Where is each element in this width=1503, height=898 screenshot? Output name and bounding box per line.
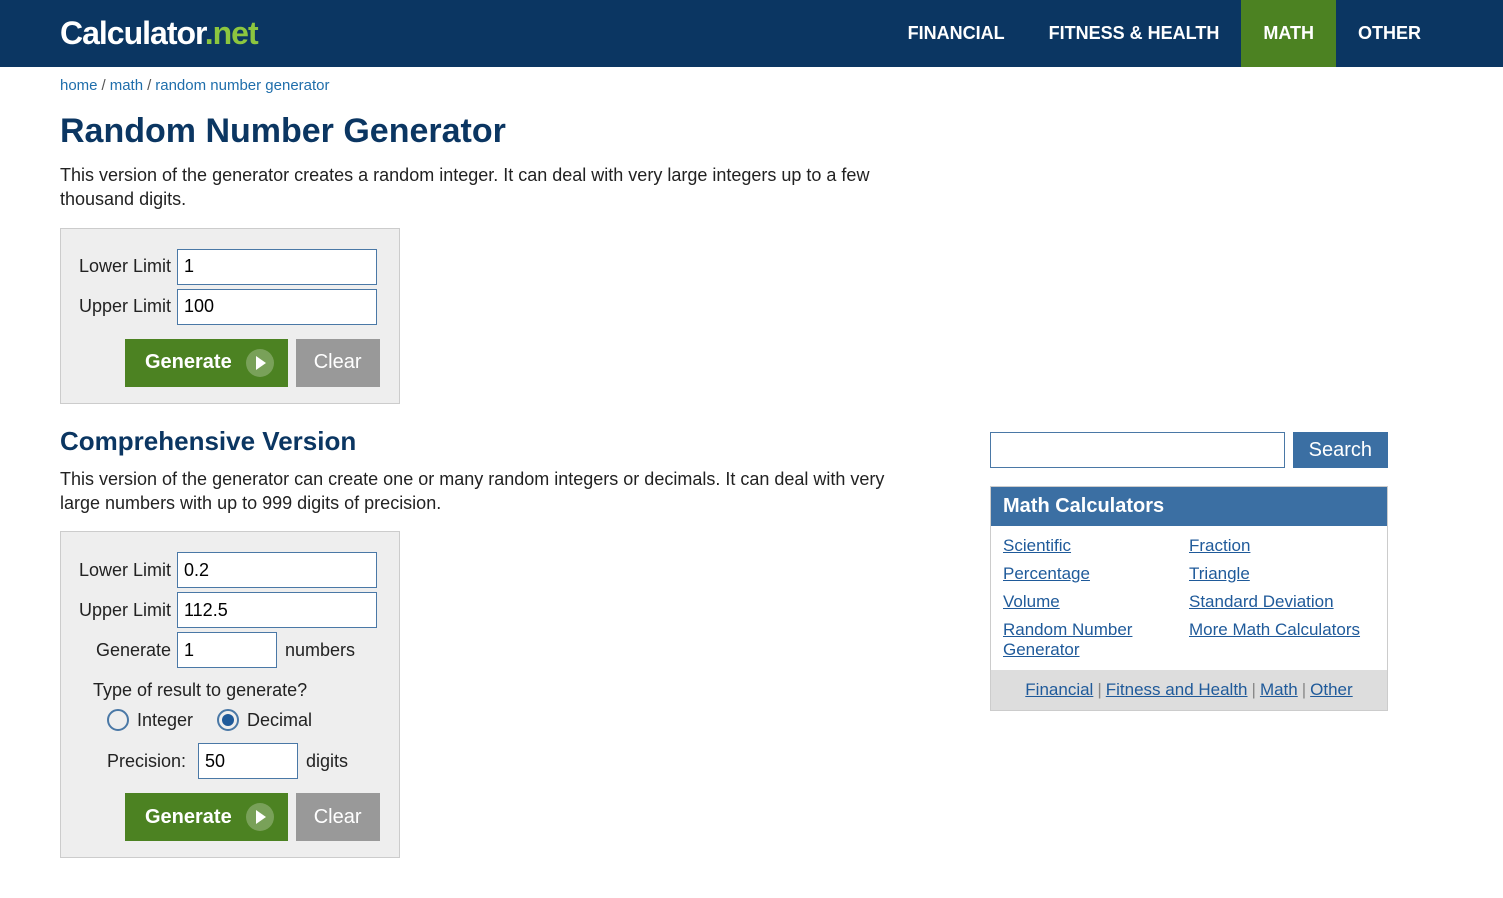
radio-decimal-label: Decimal: [247, 710, 312, 731]
link-more-math-calculators[interactable]: More Math Calculators: [1189, 620, 1375, 640]
simple-generate-button[interactable]: Generate: [125, 339, 288, 387]
play-icon: [246, 349, 274, 377]
header: Calculator.net FINANCIAL FITNESS & HEALT…: [0, 0, 1503, 67]
radio-circle-icon: [107, 709, 129, 731]
comprehensive-heading: Comprehensive Version: [60, 426, 940, 457]
comp-lower-label: Lower Limit: [77, 560, 177, 581]
nav-math[interactable]: MATH: [1241, 0, 1336, 67]
comp-lower-input[interactable]: [177, 552, 377, 588]
logo-dot: .: [205, 15, 213, 51]
search-button[interactable]: Search: [1293, 432, 1388, 468]
nav-fitness-health[interactable]: FITNESS & HEALTH: [1027, 0, 1242, 67]
numbers-suffix: numbers: [285, 640, 355, 661]
page-intro: This version of the generator creates a …: [60, 163, 920, 212]
link-scientific[interactable]: Scientific: [1003, 536, 1189, 556]
comp-upper-label: Upper Limit: [77, 600, 177, 621]
precision-label: Precision:: [107, 751, 192, 772]
logo-ext: net: [213, 15, 258, 51]
logo[interactable]: Calculator.net: [60, 15, 258, 52]
generate-label: Generate: [145, 806, 232, 829]
footer-math[interactable]: Math: [1260, 680, 1298, 699]
logo-name: Calculator: [60, 15, 205, 51]
math-calculators-box: Math Calculators Scientific Percentage V…: [990, 486, 1388, 711]
search-input[interactable]: [990, 432, 1285, 468]
precision-suffix: digits: [306, 751, 348, 772]
breadcrumb-home[interactable]: home: [60, 77, 98, 94]
link-random-number-generator[interactable]: Random Number Generator: [1003, 620, 1189, 660]
link-percentage[interactable]: Percentage: [1003, 564, 1189, 584]
nav-other[interactable]: OTHER: [1336, 0, 1443, 67]
simple-clear-button[interactable]: Clear: [296, 339, 380, 387]
result-type-question: Type of result to generate?: [93, 680, 383, 701]
link-volume[interactable]: Volume: [1003, 592, 1189, 612]
comp-upper-input[interactable]: [177, 592, 377, 628]
play-icon: [246, 803, 274, 831]
comp-generate-label: Generate: [77, 640, 177, 661]
sidebox-title: Math Calculators: [991, 487, 1387, 526]
radio-circle-icon: [217, 709, 239, 731]
main-content: home/math/random number generator Random…: [60, 77, 940, 858]
footer-other[interactable]: Other: [1310, 680, 1353, 699]
link-fraction[interactable]: Fraction: [1189, 536, 1375, 556]
breadcrumb-current[interactable]: random number generator: [155, 77, 329, 94]
radio-decimal[interactable]: Decimal: [217, 709, 312, 731]
breadcrumb-math[interactable]: math: [110, 77, 143, 94]
sidebar: Search Math Calculators Scientific Perce…: [990, 432, 1388, 711]
sidebox-footer: Financial|Fitness and Health|Math|Other: [991, 670, 1387, 710]
comprehensive-intro: This version of the generator can create…: [60, 467, 920, 516]
comprehensive-panel: Lower Limit Upper Limit Generate numbers…: [60, 531, 400, 858]
simple-upper-input[interactable]: [177, 289, 377, 325]
footer-financial[interactable]: Financial: [1025, 680, 1093, 699]
comp-count-input[interactable]: [177, 632, 277, 668]
nav-financial[interactable]: FINANCIAL: [886, 0, 1027, 67]
link-triangle[interactable]: Triangle: [1189, 564, 1375, 584]
radio-integer-label: Integer: [137, 710, 193, 731]
page-title: Random Number Generator: [60, 112, 940, 151]
radio-integer[interactable]: Integer: [107, 709, 193, 731]
simple-lower-input[interactable]: [177, 249, 377, 285]
footer-fitness-health[interactable]: Fitness and Health: [1106, 680, 1248, 699]
breadcrumb: home/math/random number generator: [60, 77, 940, 94]
simple-upper-label: Upper Limit: [77, 296, 177, 317]
comp-generate-button[interactable]: Generate: [125, 793, 288, 841]
comp-clear-button[interactable]: Clear: [296, 793, 380, 841]
simple-panel: Lower Limit Upper Limit Generate Clear: [60, 228, 400, 404]
link-standard-deviation[interactable]: Standard Deviation: [1189, 592, 1375, 612]
main-nav: FINANCIAL FITNESS & HEALTH MATH OTHER: [886, 0, 1443, 67]
generate-label: Generate: [145, 351, 232, 374]
precision-input[interactable]: [198, 743, 298, 779]
simple-lower-label: Lower Limit: [77, 256, 177, 277]
